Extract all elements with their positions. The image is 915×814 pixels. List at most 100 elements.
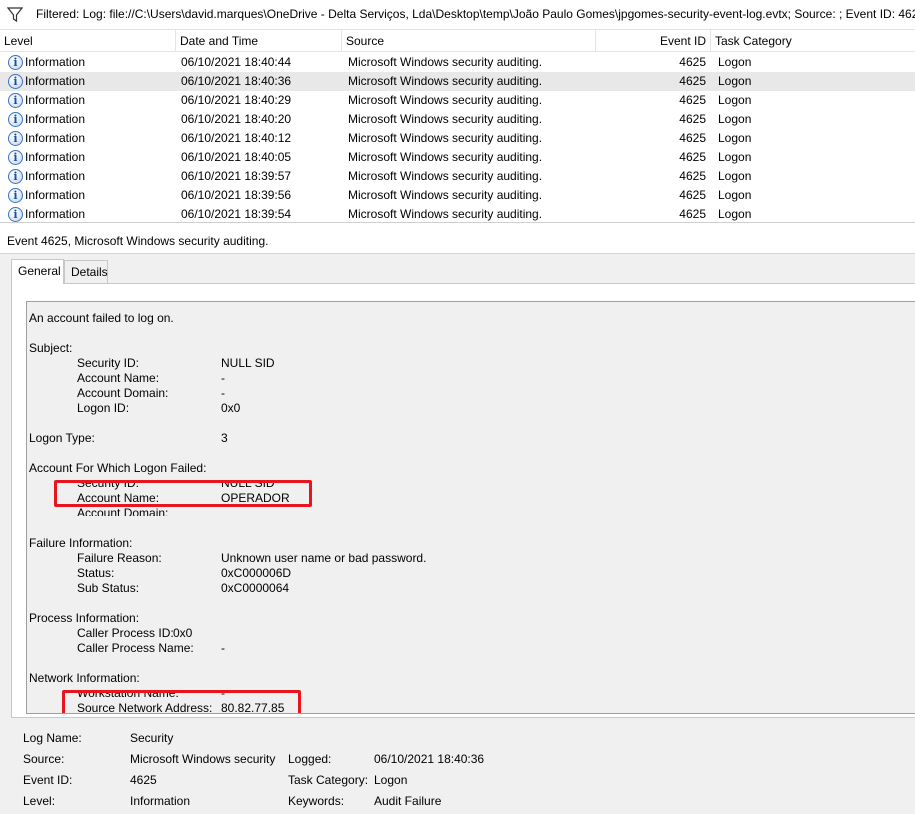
event-id: 4625 <box>679 74 706 88</box>
event-row[interactable]: i Information 06/10/2021 18:40:20 Microsoft… <box>0 110 915 129</box>
event-id: 4625 <box>679 112 706 126</box>
subject-account-domain-label: Account Domain: <box>77 386 169 400</box>
event-row[interactable]: i Information 06/10/2021 18:40:44 Microsoft… <box>0 53 915 72</box>
source-address-highlight-box <box>62 690 301 713</box>
failure-reason-label: Failure Reason: <box>77 551 162 565</box>
caller-process-name-label: Caller Process Name: <box>77 641 194 655</box>
network-info-heading: Network Information: <box>29 671 140 685</box>
summary-log-name-label: Log Name: <box>23 731 82 745</box>
event-task-category: Logon <box>718 93 752 107</box>
event-level: Information <box>25 188 86 202</box>
event-message-box[interactable]: An account failed to log on. Subject: Se… <box>26 301 915 714</box>
event-source: Microsoft Windows security auditing. <box>348 150 543 164</box>
failure-reason-value: Unknown user name or bad password. <box>221 551 427 565</box>
information-icon: i <box>8 169 23 184</box>
subject-heading: Subject: <box>29 341 73 355</box>
summary-keywords-value: Audit Failure <box>374 794 442 808</box>
event-task-category: Logon <box>718 131 752 145</box>
event-id: 4625 <box>679 150 706 164</box>
information-icon: i <box>8 207 23 222</box>
information-icon: i <box>8 93 23 108</box>
column-header-level[interactable]: Level <box>0 30 176 52</box>
event-source: Microsoft Windows security auditing. <box>348 74 543 88</box>
summary-task-category-label: Task Category: <box>288 773 369 787</box>
column-header-event-id[interactable]: Event ID <box>596 30 711 52</box>
subject-security-id-label: Security ID: <box>77 356 140 370</box>
event-level: Information <box>25 93 86 107</box>
event-datetime: 06/10/2021 18:40:12 <box>181 131 292 145</box>
account-name-highlight-box <box>54 480 312 507</box>
event-task-category: Logon <box>718 112 752 126</box>
information-icon: i <box>8 150 23 165</box>
failure-sub-status-label: Sub Status: <box>77 581 140 595</box>
event-row[interactable]: i Information 06/10/2021 18:40:36 Microsoft… <box>0 72 915 91</box>
event-source: Microsoft Windows security auditing. <box>348 112 543 126</box>
event-id: 4625 <box>679 93 706 107</box>
subject-logon-id-label: Logon ID: <box>77 401 130 415</box>
information-icon: i <box>8 74 23 89</box>
failure-status-value: 0xC000006D <box>221 566 292 580</box>
column-header-date[interactable]: Date and Time <box>176 30 342 52</box>
event-datetime: 06/10/2021 18:39:54 <box>181 207 292 221</box>
event-id: 4625 <box>679 188 706 202</box>
subject-account-name-value: - <box>221 371 225 385</box>
event-datetime: 06/10/2021 18:40:20 <box>181 112 292 126</box>
logon-type-value: 3 <box>221 431 228 445</box>
process-info-heading: Process Information: <box>29 611 140 625</box>
event-datetime: 06/10/2021 18:40:05 <box>181 150 292 164</box>
summary-source-value: Microsoft Windows security <box>130 752 276 766</box>
failed-account-heading: Account For Which Logon Failed: <box>29 461 207 475</box>
subject-account-domain-value: - <box>221 386 225 400</box>
summary-task-category-value: Logon <box>374 773 408 787</box>
event-row[interactable]: i Information 06/10/2021 18:40:29 Microsoft… <box>0 91 915 110</box>
event-row[interactable]: i Information 06/10/2021 18:39:54 Microsoft… <box>0 205 915 222</box>
column-header-task-category[interactable]: Task Category <box>711 30 915 52</box>
event-task-category: Logon <box>718 74 752 88</box>
event-source: Microsoft Windows security auditing. <box>348 169 543 183</box>
event-row[interactable]: i Information 06/10/2021 18:39:57 Microsoft… <box>0 167 915 186</box>
event-task-category: Logon <box>718 207 752 221</box>
event-details-pane: Event 4625, Microsoft Windows security a… <box>0 224 915 814</box>
event-detail-title: Event 4625, Microsoft Windows security a… <box>0 224 915 254</box>
summary-keywords-label: Keywords: <box>288 794 345 808</box>
failure-status-label: Status: <box>77 566 115 580</box>
event-source: Microsoft Windows security auditing. <box>348 188 543 202</box>
subject-security-id-value: NULL SID <box>221 356 275 370</box>
event-id: 4625 <box>679 131 706 145</box>
event-level: Information <box>25 207 86 221</box>
filter-icon <box>7 7 23 23</box>
summary-event-id-label: Event ID: <box>23 773 73 787</box>
subject-logon-id-value: 0x0 <box>221 401 241 415</box>
event-task-category: Logon <box>718 55 752 69</box>
summary-logged-value: 06/10/2021 18:40:36 <box>374 752 485 766</box>
message-intro: An account failed to log on. <box>29 311 174 325</box>
event-datetime: 06/10/2021 18:40:29 <box>181 93 292 107</box>
event-id: 4625 <box>679 169 706 183</box>
filter-bar: Filtered: Log: file://C:\Users\david.mar… <box>0 0 915 30</box>
caller-process-id-value: 0x0 <box>173 626 193 640</box>
information-icon: i <box>8 188 23 203</box>
summary-level-value: Information <box>130 794 191 808</box>
event-source: Microsoft Windows security auditing. <box>348 131 543 145</box>
event-level: Information <box>25 55 86 69</box>
event-id: 4625 <box>679 207 706 221</box>
event-list[interactable]: Level Date and Time Source Event ID Task… <box>0 30 915 223</box>
column-header-source[interactable]: Source <box>342 30 596 52</box>
general-tab-page: An account failed to log on. Subject: Se… <box>11 283 915 718</box>
event-level: Information <box>25 74 86 88</box>
event-datetime: 06/10/2021 18:40:36 <box>181 74 292 88</box>
event-source: Microsoft Windows security auditing. <box>348 207 543 221</box>
filter-description: Filtered: Log: file://C:\Users\david.mar… <box>36 7 915 21</box>
event-level: Information <box>25 131 86 145</box>
tab-general[interactable]: General <box>11 259 64 284</box>
event-task-category: Logon <box>718 169 752 183</box>
event-row[interactable]: i Information 06/10/2021 18:40:05 Microsoft… <box>0 148 915 167</box>
tab-details[interactable]: Details <box>64 260 108 283</box>
event-row[interactable]: i Information 06/10/2021 18:40:12 Microsoft… <box>0 129 915 148</box>
logon-type-label: Logon Type: <box>29 431 95 445</box>
event-datetime: 06/10/2021 18:39:57 <box>181 169 292 183</box>
event-row[interactable]: i Information 06/10/2021 18:39:56 Microsoft… <box>0 186 915 205</box>
summary-event-id-value: 4625 <box>130 773 157 787</box>
summary-source-label: Source: <box>23 752 65 766</box>
event-level: Information <box>25 169 86 183</box>
